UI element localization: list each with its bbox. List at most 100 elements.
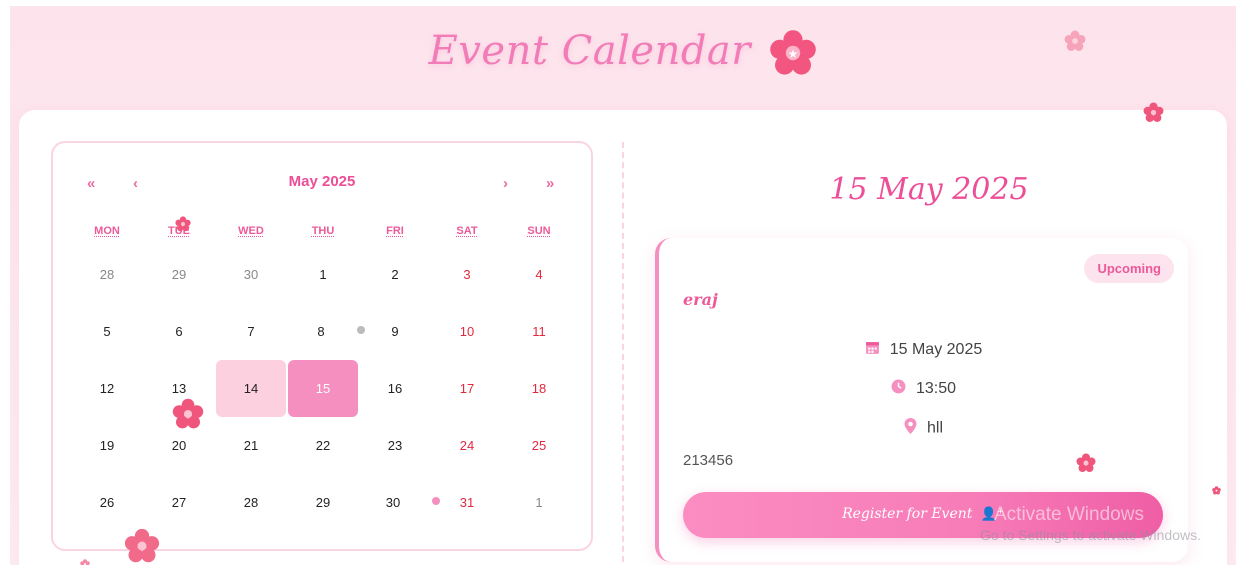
event-date: 15 May 2025 — [889, 341, 983, 359]
calendar-day-number: 4 — [535, 267, 543, 282]
calendar-day[interactable]: 22 — [287, 417, 359, 474]
calendar-day[interactable]: 12 — [71, 360, 143, 417]
calendar-day-number: 20 — [171, 438, 187, 453]
sakura-flower-icon — [1143, 102, 1164, 128]
sakura-flower-icon — [172, 398, 204, 435]
calendar-day[interactable]: 8 — [287, 303, 365, 360]
calendar-day-number: 14 — [243, 381, 259, 396]
calendar-day-number: 1 — [535, 495, 543, 510]
windows-activation-title: Activate Windows — [994, 504, 1144, 525]
calendar-day[interactable]: 5 — [71, 303, 143, 360]
calendar-day-number: 1 — [319, 267, 327, 282]
sakura-flower-icon — [1064, 30, 1086, 57]
event-indicator-dot — [356, 325, 365, 334]
next-month-button[interactable]: › — [503, 175, 508, 192]
weekday-label: WED — [238, 225, 264, 237]
svg-text:★: ★ — [788, 47, 799, 61]
calendar-grid: 28 29 30 1 2 3 4 5 6 7 8 9 10 11 12 13 14 15 16 17 18 19 20 21 2… — [71, 246, 575, 531]
calendar-day[interactable]: 29 — [143, 246, 215, 303]
weekday-header: MON TUE WED THU FRI SAT SUN — [71, 225, 575, 237]
calendar-day-number: 11 — [532, 324, 546, 339]
panel-divider — [622, 142, 624, 565]
calendar-day-number: 29 — [315, 495, 331, 510]
calendar-day-number: 10 — [459, 324, 475, 339]
event-time-row: 13:50 — [659, 379, 1188, 399]
next-year-button[interactable]: » — [546, 175, 554, 192]
event-indicator-dot — [432, 496, 441, 505]
status-badge: Upcoming — [1084, 254, 1174, 283]
calendar-day[interactable]: 29 — [287, 474, 359, 531]
calendar-day[interactable]: 1 — [287, 246, 359, 303]
calendar-day[interactable]: 3 — [431, 246, 503, 303]
event-time: 13:50 — [915, 380, 957, 398]
calendar-day-number: 8 — [317, 324, 325, 339]
calendar-day[interactable]: 31 — [431, 474, 503, 531]
calendar-day[interactable]: 9 — [359, 303, 431, 360]
calendar-day[interactable]: 27 — [143, 474, 215, 531]
calendar-day[interactable]: 25 — [503, 417, 575, 474]
calendar-day-number: 30 — [385, 495, 401, 510]
page-background: Event Calendar ★ « ‹ May 2025 › » MON TU… — [10, 6, 1236, 565]
calendar-day-number: 23 — [387, 438, 403, 453]
calendar-panel: « ‹ May 2025 › » MON TUE WED THU FRI SAT… — [51, 141, 593, 551]
calendar-day-number: 25 — [531, 438, 547, 453]
calendar-day[interactable]: 18 — [503, 360, 575, 417]
weekday-label: SUN — [527, 225, 551, 237]
windows-activation-text: Go to Settings to activate Windows. — [980, 527, 1201, 543]
sakura-flower-icon: ★ — [769, 29, 817, 82]
sakura-flower-icon — [80, 556, 90, 565]
calendar-day-number: 29 — [171, 267, 187, 282]
sakura-flower-icon — [124, 528, 160, 565]
event-name: eraj — [683, 290, 718, 309]
calendar-day[interactable]: 1 — [503, 474, 575, 531]
calendar-day-number: 27 — [171, 495, 187, 510]
clock-icon — [891, 379, 906, 399]
calendar-day-number: 19 — [99, 438, 115, 453]
location-pin-icon — [904, 418, 917, 439]
calendar-day[interactable]: 30 — [359, 474, 441, 531]
calendar-day[interactable]: 6 — [143, 303, 215, 360]
event-description: 213456 — [683, 452, 734, 469]
calendar-day[interactable]: 4 — [503, 246, 575, 303]
calendar-day[interactable]: 21 — [215, 417, 287, 474]
calendar-day[interactable]: 28 — [215, 474, 287, 531]
event-location-row: hll — [659, 418, 1188, 439]
calendar-day[interactable]: 23 — [359, 417, 431, 474]
calendar-day-number: 26 — [99, 495, 115, 510]
calendar-day-number: 22 — [315, 438, 331, 453]
calendar-day-number: 12 — [99, 381, 115, 396]
calendar-day[interactable]: 17 — [431, 360, 503, 417]
weekday-label: SAT — [456, 225, 478, 237]
header: Event Calendar ★ — [10, 28, 1236, 82]
calendar-day-number: 30 — [243, 267, 259, 282]
calendar-day-number: 7 — [247, 324, 255, 339]
event-location: hll — [926, 419, 943, 437]
calendar-day[interactable]: 14 — [215, 360, 287, 417]
weekday-label: THU — [311, 225, 335, 237]
calendar-day[interactable]: 7 — [215, 303, 287, 360]
month-label: May 2025 — [288, 173, 356, 190]
calendar-day[interactable]: 15 — [287, 360, 359, 417]
calendar-day-number: 28 — [99, 267, 115, 282]
page-title: Event Calendar — [428, 28, 751, 74]
calendar-day[interactable]: 19 — [71, 417, 143, 474]
calendar-day-number: 18 — [531, 381, 547, 396]
calendar-day[interactable]: 26 — [71, 474, 143, 531]
calendar-day[interactable]: 28 — [71, 246, 143, 303]
calendar-day[interactable]: 2 — [359, 246, 431, 303]
calendar-day-number: 15 — [315, 381, 331, 396]
calendar-day-number: 21 — [243, 438, 259, 453]
calendar-day-number: 6 — [175, 324, 183, 339]
event-date-row: 15 May 2025 — [659, 340, 1188, 360]
calendar-day[interactable]: 10 — [431, 303, 503, 360]
calendar-day[interactable]: 30 — [215, 246, 287, 303]
calendar-day-number: 31 — [459, 495, 475, 510]
calendar-day[interactable]: 11 — [503, 303, 575, 360]
calendar-day-number: 3 — [463, 267, 471, 282]
calendar-day[interactable]: 16 — [359, 360, 431, 417]
calendar-day-number: 2 — [391, 267, 399, 282]
calendar-icon — [865, 340, 880, 360]
calendar-day-number: 16 — [387, 381, 403, 396]
calendar-day-number: 17 — [459, 381, 475, 396]
calendar-day[interactable]: 24 — [431, 417, 503, 474]
